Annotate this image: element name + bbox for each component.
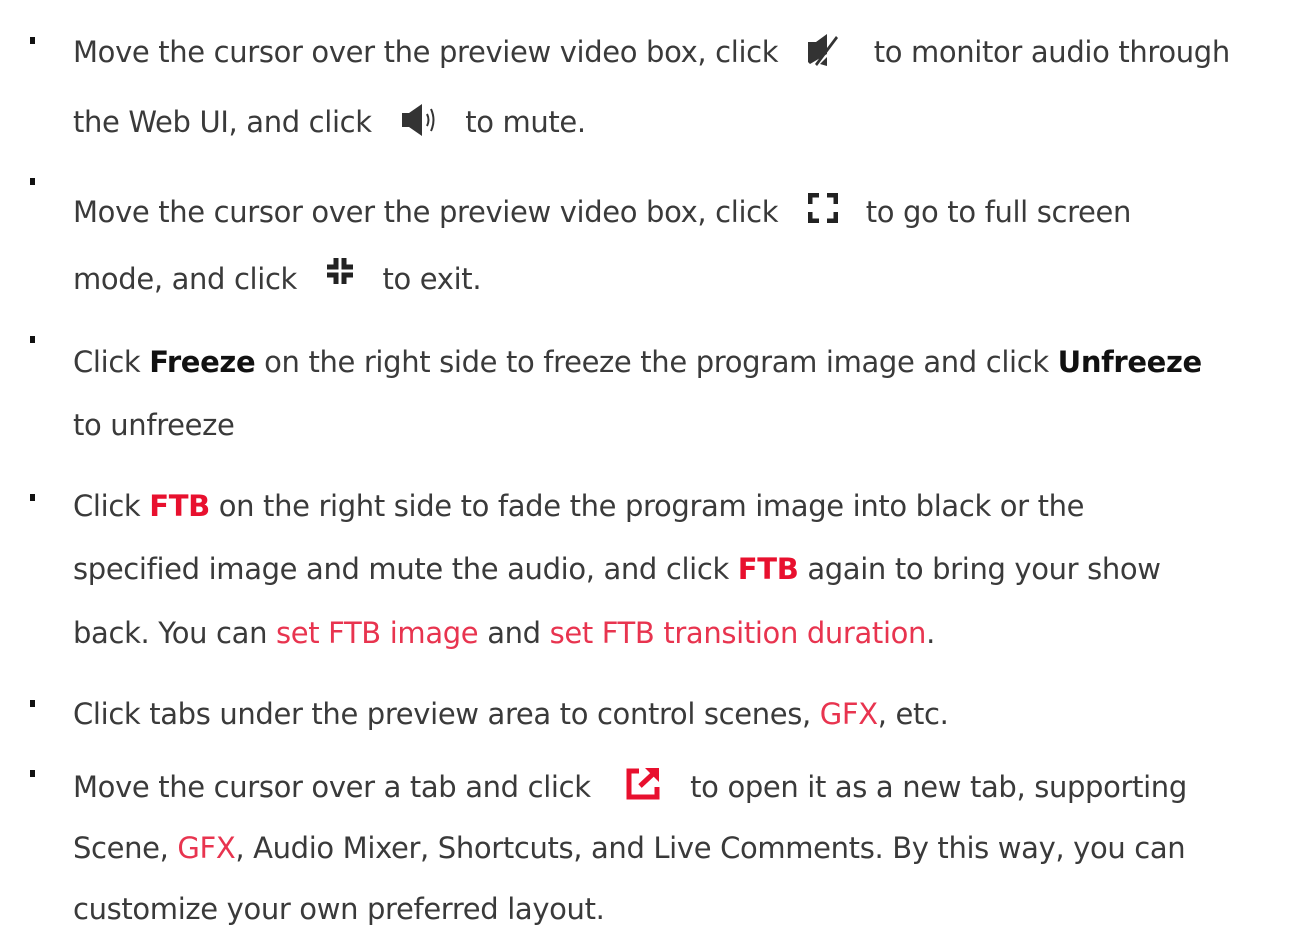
text-line: Scene, GFX, Audio Mixer, Shortcuts, and … — [73, 828, 1186, 868]
item-text: , Audio Mixer, Shortcuts, and Live Comme… — [235, 831, 1186, 865]
item-text: Click — [73, 345, 141, 379]
text-line: Move the cursor over a tab and click to … — [73, 767, 1187, 807]
text-line: specified image and mute the audio, and … — [73, 549, 1161, 589]
text-line: Click Freeze on the right side to freeze… — [73, 342, 1202, 382]
speaker-unmuted-icon — [401, 104, 437, 136]
bullet-marker — [30, 37, 35, 44]
gfx-link[interactable]: GFX — [820, 697, 878, 731]
text-line: the Web UI, and click to mute. — [73, 102, 586, 142]
item-text: to exit. — [382, 262, 482, 296]
open-new-tab-icon — [626, 768, 660, 800]
text-line: customize your own preferred layout. — [73, 889, 605, 929]
item-text: on the right side to freeze the program … — [264, 345, 1049, 379]
ftb-label: FTB — [149, 489, 210, 523]
item-text: the Web UI, and click — [73, 105, 372, 139]
text-line: to unfreeze — [73, 405, 235, 445]
item-text: Move the cursor over the preview video b… — [73, 195, 779, 229]
item-text: to unfreeze — [73, 408, 235, 442]
item-text: to monitor audio through — [873, 35, 1230, 69]
bullet-marker — [30, 700, 35, 707]
item-text: , etc. — [877, 697, 949, 731]
bullet-marker — [30, 178, 35, 185]
text-line: mode, and click to exit. — [73, 256, 482, 299]
item-text: to open it as a new tab, supporting — [690, 770, 1187, 804]
item-text: Scene, — [73, 831, 169, 865]
speaker-muted-icon — [806, 33, 838, 67]
item-text: to go to full screen — [865, 195, 1132, 229]
item-text: on the right side to fade the program im… — [218, 489, 1085, 523]
bullet-marker — [30, 494, 35, 501]
item-text: back. You can — [73, 616, 268, 650]
item-text: mode, and click — [73, 262, 298, 296]
text-line: Move the cursor over the preview video b… — [73, 32, 1230, 72]
help-document: Move the cursor over the preview video b… — [0, 0, 1315, 942]
item-text: again to bring your show — [807, 552, 1161, 586]
text-line: Click FTB on the right side to fade the … — [73, 486, 1084, 526]
item-text: Click tabs under the preview area to con… — [73, 697, 811, 731]
set-ftb-image-link[interactable]: set FTB image — [276, 616, 479, 650]
item-text: to mute. — [465, 105, 586, 139]
item-text: Move the cursor over the preview video b… — [73, 35, 779, 69]
bullet-marker — [30, 336, 35, 343]
item-text: Click — [73, 489, 141, 523]
text-line: back. You can set FTB image and set FTB … — [73, 613, 935, 653]
text-line: Click tabs under the preview area to con… — [73, 694, 949, 734]
bullet-marker — [30, 770, 35, 777]
freeze-label: Freeze — [149, 345, 256, 379]
fullscreen-enter-icon — [807, 193, 838, 223]
item-text: . — [926, 616, 935, 650]
item-text: specified image and mute the audio, and … — [73, 552, 729, 586]
fullscreen-exit-icon — [325, 256, 355, 286]
gfx-link[interactable]: GFX — [177, 831, 235, 865]
item-text: and — [487, 616, 541, 650]
text-line: Move the cursor over the preview video b… — [73, 192, 1131, 232]
item-text: customize your own preferred layout. — [73, 892, 605, 926]
item-text: Move the cursor over a tab and click — [73, 770, 591, 804]
ftb-label: FTB — [737, 552, 799, 586]
unfreeze-label: Unfreeze — [1057, 345, 1203, 379]
set-ftb-transition-duration-link[interactable]: set FTB transition duration — [550, 616, 927, 650]
